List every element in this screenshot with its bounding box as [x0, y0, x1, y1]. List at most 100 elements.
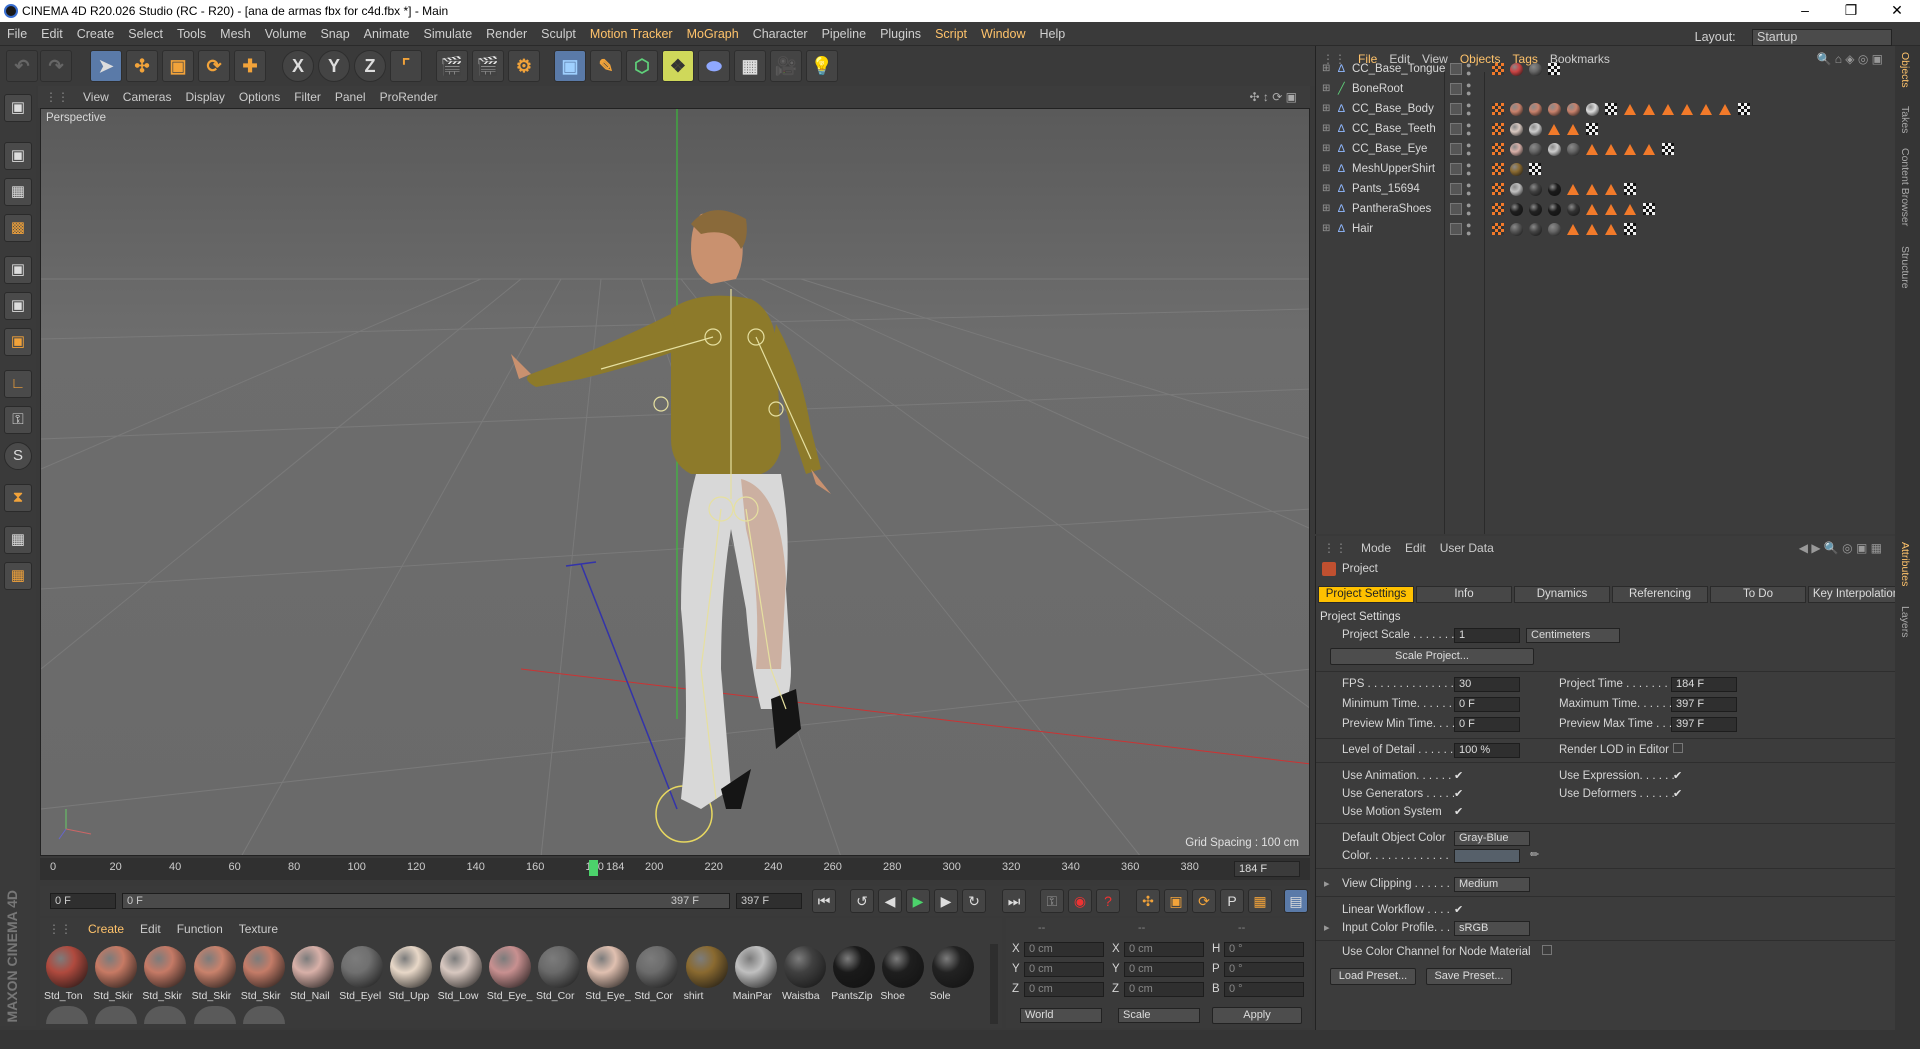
selection-tag-icon[interactable] [1548, 124, 1560, 135]
next-key-icon[interactable]: ↻ [962, 889, 986, 913]
material-tag-icon[interactable] [1548, 103, 1561, 116]
object-row[interactable]: ⊞ ∆ CC_Base_Teeth ● ● [1316, 120, 1896, 140]
selection-tag-icon[interactable] [1567, 224, 1579, 235]
expand-icon[interactable]: ⊞ [1322, 183, 1330, 194]
selection-tag-icon[interactable] [1605, 204, 1617, 215]
layer-icon[interactable] [1450, 83, 1462, 95]
selection-tag-icon[interactable] [1605, 184, 1617, 195]
input-profile-expand-icon[interactable]: ▸ [1324, 921, 1330, 934]
use-deformers-checkbox[interactable]: ✔ [1673, 787, 1682, 800]
coord-value-field[interactable]: 0 cm [1124, 942, 1204, 957]
perspective-viewport[interactable]: Perspective Grid Spacing : 100 cm [40, 108, 1310, 856]
visibility-dots-icon[interactable]: ● ● [1466, 201, 1471, 218]
close-button[interactable]: ✕ [1874, 0, 1920, 22]
menu-animate[interactable]: Animate [357, 22, 417, 46]
linear-workflow-checkbox[interactable]: ✔ [1454, 903, 1463, 916]
selection-tag-icon[interactable] [1605, 224, 1617, 235]
locked-workplane-icon[interactable]: ▦ [4, 562, 32, 590]
menu-render[interactable]: Render [479, 22, 534, 46]
material-tag-icon[interactable] [1548, 223, 1561, 236]
layer-icon[interactable] [1450, 203, 1462, 215]
material-tag-icon[interactable] [1529, 63, 1542, 76]
uvw-tag-icon[interactable] [1529, 163, 1541, 175]
material-tag-icon[interactable] [1510, 123, 1523, 136]
model-mode-icon[interactable]: ▣ [4, 142, 32, 170]
y-axis-button[interactable]: Y [318, 50, 350, 82]
menu-window[interactable]: Window [974, 22, 1032, 46]
object-name[interactable]: Hair [1352, 223, 1373, 235]
material-tag-icon[interactable] [1529, 103, 1542, 116]
material-item[interactable]: Std_Eye_ [487, 944, 533, 1004]
tab-to-do[interactable]: To Do [1710, 586, 1806, 603]
selection-tag-icon[interactable] [1586, 204, 1598, 215]
object-name[interactable]: BoneRoot [1352, 83, 1403, 95]
material-item-partial[interactable] [46, 1006, 88, 1024]
coord-value-field[interactable]: 0 ° [1224, 962, 1304, 977]
phong-tag-icon[interactable] [1492, 123, 1504, 135]
material-tag-icon[interactable] [1529, 143, 1542, 156]
live-select-icon[interactable]: ✚ [234, 50, 266, 82]
attribute-menu-userdata[interactable]: User Data [1433, 536, 1501, 560]
selection-tag-icon[interactable] [1624, 104, 1636, 115]
cube-object-icon[interactable]: ▣ [554, 50, 586, 82]
scheme-icon[interactable]: ▤ [1284, 889, 1308, 913]
lod-field[interactable]: 100 % [1454, 743, 1520, 758]
make-editable-icon[interactable]: ▣ [4, 94, 32, 122]
visibility-dots-icon[interactable]: ● ● [1466, 181, 1471, 198]
preview-min-field[interactable]: 0 F [1454, 717, 1520, 732]
phong-tag-icon[interactable] [1492, 183, 1504, 195]
menu-mesh[interactable]: Mesh [213, 22, 258, 46]
workplane-icon[interactable]: ▩ [4, 214, 32, 242]
view-clipping-dropdown[interactable]: Medium [1454, 877, 1530, 892]
key-pla-icon[interactable]: ▦ [1248, 889, 1272, 913]
phong-tag-icon[interactable] [1492, 63, 1504, 75]
render-view-icon[interactable]: 🎬 [436, 50, 468, 82]
menu-snap[interactable]: Snap [313, 22, 356, 46]
material-scrollbar[interactable] [990, 944, 998, 1024]
selection-tag-icon[interactable] [1605, 144, 1617, 155]
vtab-structure[interactable]: Structure [1899, 246, 1911, 289]
layer-icon[interactable] [1450, 143, 1462, 155]
scale-tool-icon[interactable]: ▣ [162, 50, 194, 82]
attribute-menu-edit[interactable]: Edit [1398, 536, 1433, 560]
vtab-attributes[interactable]: Attributes [1899, 542, 1911, 586]
project-scale-unit-dropdown[interactable]: Centimeters [1526, 628, 1620, 643]
material-tag-icon[interactable] [1510, 143, 1523, 156]
use-expression-checkbox[interactable]: ✔ [1673, 769, 1682, 782]
project-time-field[interactable]: 184 F [1671, 677, 1737, 692]
vtab-objects[interactable]: Objects [1899, 52, 1911, 88]
menu-tools[interactable]: Tools [170, 22, 213, 46]
material-tag-icon[interactable] [1529, 203, 1542, 216]
floor-scene-icon[interactable]: ▦ [734, 50, 766, 82]
phong-tag-icon[interactable] [1492, 103, 1504, 115]
object-row[interactable]: ⊞ ∆ CC_Base_Eye ● ● [1316, 140, 1896, 160]
solo-icon[interactable]: S [4, 442, 32, 470]
expand-icon[interactable]: ⊞ [1322, 163, 1330, 174]
object-row[interactable]: ⊞ ∆ CC_Base_Tongue ● ● [1316, 60, 1896, 80]
previous-key-icon[interactable]: ↺ [850, 889, 874, 913]
material-item[interactable]: Sole [930, 944, 976, 1004]
material-item[interactable]: Std_Skir [142, 944, 188, 1004]
use-motion-checkbox[interactable]: ✔ [1454, 805, 1463, 818]
previous-frame-icon[interactable]: ◀ [878, 889, 902, 913]
object-row[interactable]: ⊞ ∆ CC_Base_Body ● ● [1316, 100, 1896, 120]
material-item[interactable]: Shoe [880, 944, 926, 1004]
visibility-dots-icon[interactable]: ● ● [1466, 221, 1471, 238]
layer-icon[interactable] [1450, 103, 1462, 115]
expand-icon[interactable]: ⊞ [1322, 223, 1330, 234]
tab-referencing[interactable]: Referencing [1612, 586, 1708, 603]
phong-tag-icon[interactable] [1492, 203, 1504, 215]
play-forward-icon[interactable]: ▶ [906, 889, 930, 913]
object-row[interactable]: ⊞ ∆ MeshUpperShirt ● ● [1316, 160, 1896, 180]
material-tag-icon[interactable] [1567, 203, 1580, 216]
material-menu-edit[interactable]: Edit [132, 918, 169, 940]
tab-info[interactable]: Info [1416, 586, 1512, 603]
attribute-menu-mode[interactable]: Mode [1354, 536, 1398, 560]
load-preset-button[interactable]: Load Preset... [1330, 968, 1416, 985]
viewport-menu-prorender[interactable]: ProRender [373, 86, 445, 108]
material-tag-icon[interactable] [1567, 103, 1580, 116]
object-row[interactable]: ⊞ ∆ PantheraShoes ● ● [1316, 200, 1896, 220]
viewport-menu-panel[interactable]: Panel [328, 86, 373, 108]
min-time-field[interactable]: 0 F [1454, 697, 1520, 712]
fps-field[interactable]: 30 [1454, 677, 1520, 692]
